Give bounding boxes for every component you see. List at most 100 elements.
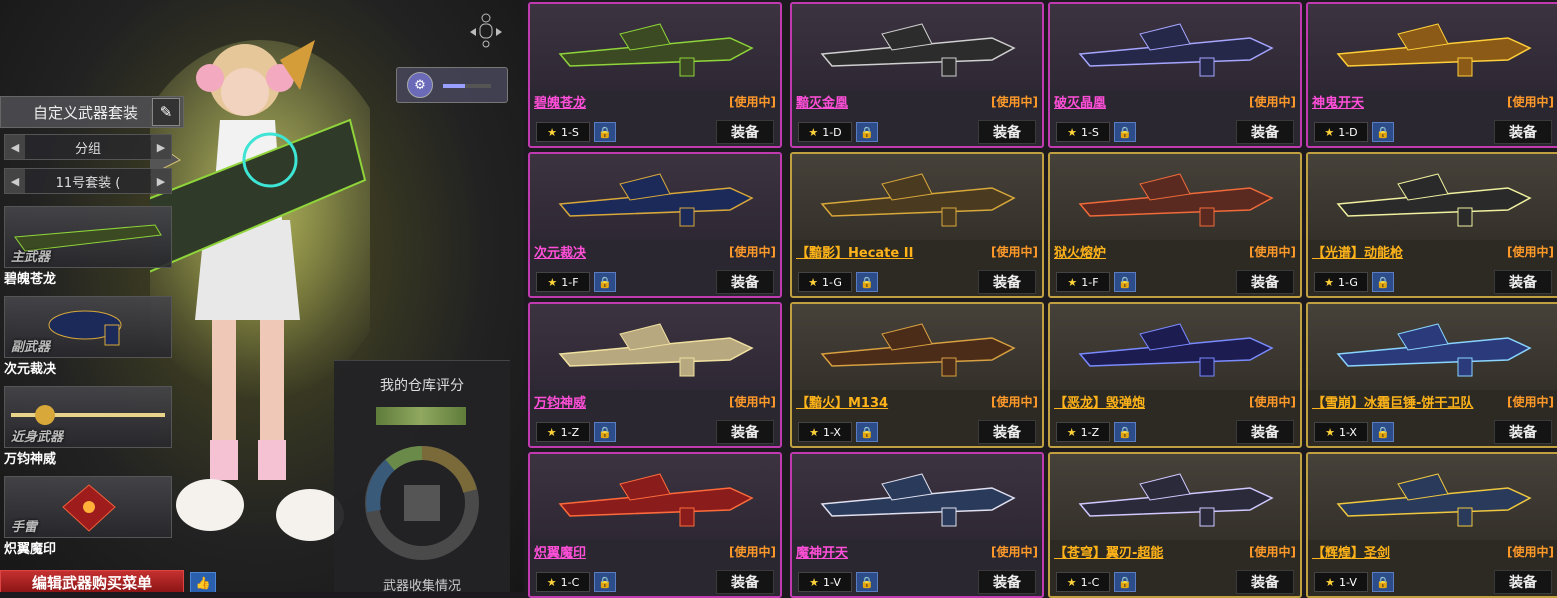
custom-weapon-suit-bar[interactable]: 自定义武器套装 ✎: [0, 96, 184, 128]
equip-button[interactable]: 装备: [716, 420, 774, 444]
edit-buy-menu-button[interactable]: 编辑武器购买菜单: [0, 570, 184, 592]
in-use-status: [使用中]: [991, 545, 1038, 559]
weapon-code: 1-G: [821, 275, 842, 289]
weapon-name[interactable]: 【黯影】Hecate II: [796, 242, 913, 261]
weapon-art: [792, 154, 1042, 240]
in-use-status: [使用中]: [1249, 95, 1296, 109]
weapon-name[interactable]: 【黯火】M134: [796, 392, 888, 411]
weapon-card[interactable]: 【光谱】动能枪 [使用中] ★ 1-G 🔒 装备: [1306, 152, 1557, 298]
group-selector[interactable]: ◀ 分组 ▶: [4, 134, 172, 160]
weapon-name[interactable]: 炽翼魔印: [534, 542, 586, 561]
weapon-card[interactable]: 狱火熔炉 [使用中] ★ 1-F 🔒 装备: [1048, 152, 1302, 298]
equip-button[interactable]: 装备: [978, 120, 1036, 144]
weapon-card[interactable]: 【黯影】Hecate II [使用中] ★ 1-G 🔒 装备: [790, 152, 1044, 298]
lock-icon[interactable]: 🔒: [1114, 422, 1136, 442]
weapon-name[interactable]: 魔神开天: [796, 542, 848, 561]
equip-button[interactable]: 装备: [1494, 120, 1552, 144]
weapon-name[interactable]: 破灭晶凰: [1054, 92, 1106, 111]
weapon-image-icon: [1336, 473, 1532, 527]
weapon-level-badge: ★ 1-Z: [536, 422, 590, 442]
weapon-switch-indicator[interactable]: ⚙: [396, 67, 508, 103]
weapon-name[interactable]: 【辉煌】圣剑: [1312, 542, 1390, 561]
weapon-name[interactable]: 【雪崩】冰霜巨锤-饼干卫队: [1312, 392, 1473, 411]
weapon-card[interactable]: 万钧神威 [使用中] ★ 1-Z 🔒 装备: [528, 302, 782, 448]
slot-tag: 手雷: [11, 520, 38, 535]
equip-button[interactable]: 装备: [978, 570, 1036, 594]
weapon-name[interactable]: 【恶龙】毁弹炮: [1054, 392, 1145, 411]
weapon-art: [1308, 304, 1557, 390]
lock-icon[interactable]: 🔒: [1372, 122, 1394, 142]
grenade-slot[interactable]: 手雷: [4, 476, 172, 538]
star-icon: ★: [1066, 575, 1077, 589]
equip-button[interactable]: 装备: [1236, 270, 1294, 294]
melee-weapon-slot[interactable]: 近身武器: [4, 386, 172, 448]
weapon-image-icon: [1336, 23, 1532, 77]
equip-button[interactable]: 装备: [716, 270, 774, 294]
lock-icon[interactable]: 🔒: [1372, 572, 1394, 592]
lock-icon[interactable]: 🔒: [856, 272, 878, 292]
weapon-card[interactable]: 【雪崩】冰霜巨锤-饼干卫队 [使用中] ★ 1-X 🔒 装备: [1306, 302, 1557, 448]
weapon-name[interactable]: 【光谱】动能枪: [1312, 242, 1403, 261]
weapon-art: [530, 454, 780, 540]
slot-tag: 近身武器: [11, 430, 64, 445]
weapon-image-icon: [820, 323, 1016, 377]
lock-icon[interactable]: 🔒: [1114, 272, 1136, 292]
weapon-art: [1050, 304, 1300, 390]
equip-button[interactable]: 装备: [1494, 570, 1552, 594]
weapon-image-icon: [558, 23, 754, 77]
equip-button[interactable]: 装备: [716, 570, 774, 594]
prev-group-arrow-icon[interactable]: ◀: [5, 135, 25, 159]
lock-icon[interactable]: 🔒: [1114, 572, 1136, 592]
next-set-arrow-icon[interactable]: ▶: [151, 169, 171, 193]
weapon-image-icon: [820, 173, 1016, 227]
weapon-name[interactable]: 狱火熔炉: [1054, 242, 1106, 261]
secondary-weapon-slot[interactable]: 副武器: [4, 296, 172, 358]
weapon-image-icon: [558, 473, 754, 527]
weapon-card[interactable]: 【苍穹】翼刃-超能 [使用中] ★ 1-C 🔒 装备: [1048, 452, 1302, 598]
weapon-card[interactable]: 破灭晶凰 [使用中] ★ 1-S 🔒 装备: [1048, 2, 1302, 148]
lock-icon[interactable]: 🔒: [1372, 422, 1394, 442]
weapon-card[interactable]: 炽翼魔印 [使用中] ★ 1-C 🔒 装备: [528, 452, 782, 598]
weapon-card[interactable]: 次元裁决 [使用中] ★ 1-F 🔒 装备: [528, 152, 782, 298]
lock-icon[interactable]: 🔒: [856, 422, 878, 442]
equip-button[interactable]: 装备: [1494, 420, 1552, 444]
weapon-name[interactable]: 黯灭金凰: [796, 92, 848, 111]
prev-set-arrow-icon[interactable]: ◀: [5, 169, 25, 193]
weapon-name[interactable]: 碧魄苍龙: [534, 92, 586, 111]
lock-icon[interactable]: 🔒: [1372, 272, 1394, 292]
equip-button[interactable]: 装备: [1236, 120, 1294, 144]
lock-icon[interactable]: 🔒: [594, 122, 616, 142]
lock-icon[interactable]: 🔒: [594, 572, 616, 592]
weapon-card[interactable]: 【恶龙】毁弹炮 [使用中] ★ 1-Z 🔒 装备: [1048, 302, 1302, 448]
weapon-card[interactable]: 神鬼开天 [使用中] ★ 1-D 🔒 装备: [1306, 2, 1557, 148]
lock-icon[interactable]: 🔒: [594, 272, 616, 292]
weapon-card[interactable]: 魔神开天 [使用中] ★ 1-V 🔒 装备: [790, 452, 1044, 598]
lock-icon[interactable]: 🔒: [856, 122, 878, 142]
weapon-image-icon: [558, 173, 754, 227]
equip-button[interactable]: 装备: [1494, 270, 1552, 294]
set-selector[interactable]: ◀ 11号套装 ( ▶: [4, 168, 172, 194]
weapon-name[interactable]: 次元裁决: [534, 242, 586, 261]
lock-icon[interactable]: 🔒: [1114, 122, 1136, 142]
weapon-name[interactable]: 【苍穹】翼刃-超能: [1054, 542, 1163, 561]
equip-button[interactable]: 装备: [978, 270, 1036, 294]
equip-button[interactable]: 装备: [1236, 420, 1294, 444]
equip-button[interactable]: 装备: [978, 420, 1036, 444]
equip-button[interactable]: 装备: [1236, 570, 1294, 594]
lock-icon[interactable]: 🔒: [594, 422, 616, 442]
equip-button[interactable]: 装备: [716, 120, 774, 144]
weapon-card[interactable]: 【辉煌】圣剑 [使用中] ★ 1-V 🔒 装备: [1306, 452, 1557, 598]
edit-pen-icon[interactable]: ✎: [152, 98, 180, 126]
weapon-card[interactable]: 黯灭金凰 [使用中] ★ 1-D 🔒 装备: [790, 2, 1044, 148]
next-group-arrow-icon[interactable]: ▶: [150, 135, 171, 159]
weapon-name[interactable]: 神鬼开天: [1312, 92, 1364, 111]
rotate-zoom-control-icon[interactable]: [468, 12, 504, 48]
thumbs-up-icon[interactable]: 👍: [190, 572, 216, 592]
primary-weapon-slot[interactable]: 主武器: [4, 206, 172, 268]
weapon-name[interactable]: 万钧神威: [534, 392, 586, 411]
revolver-icon: ⚙: [407, 72, 433, 98]
lock-icon[interactable]: 🔒: [856, 572, 878, 592]
weapon-card[interactable]: 【黯火】M134 [使用中] ★ 1-X 🔒 装备: [790, 302, 1044, 448]
weapon-card[interactable]: 碧魄苍龙 [使用中] ★ 1-S 🔒 装备: [528, 2, 782, 148]
star-icon: ★: [809, 575, 819, 589]
